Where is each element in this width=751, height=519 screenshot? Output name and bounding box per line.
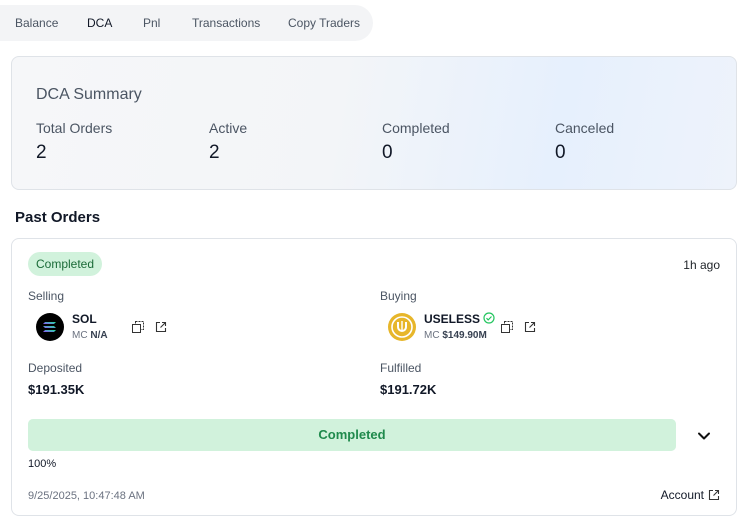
chevron-down-icon[interactable] — [697, 429, 711, 443]
external-link-icon[interactable] — [524, 321, 536, 333]
deposited-value: $191.35K — [28, 382, 85, 397]
useless-token-icon — [388, 313, 416, 341]
progress-percent: 100% — [28, 458, 57, 470]
selling-mc-label: MC — [72, 330, 88, 341]
selling-token-name: SOL — [72, 312, 97, 326]
buying-mc-label: MC — [424, 330, 440, 341]
external-link-icon — [708, 489, 720, 501]
progress-label: Completed — [318, 427, 386, 442]
selling-label: Selling — [28, 289, 65, 303]
stat-completed-value: 0 — [382, 142, 393, 163]
order-card: Completed 1h ago Selling SOL MC N/A Buyi… — [11, 238, 737, 516]
buying-token-label: USELESS — [424, 312, 481, 326]
tab-transactions[interactable]: Transactions — [192, 16, 260, 30]
stat-active-label: Active — [209, 120, 248, 136]
buying-token-name: USELESS — [424, 312, 495, 326]
fulfilled-value: $191.72K — [380, 382, 437, 397]
buying-label: Buying — [380, 289, 417, 303]
tab-copy-traders[interactable]: Copy Traders — [288, 16, 360, 30]
past-orders-title: Past Orders — [15, 209, 101, 226]
buying-market-cap: MC $149.90M — [424, 330, 487, 341]
stat-canceled-label: Canceled — [555, 120, 615, 136]
selling-market-cap: MC N/A — [72, 330, 108, 341]
fulfilled-label: Fulfilled — [380, 361, 422, 375]
progress-bar[interactable]: Completed — [28, 419, 676, 451]
stat-completed-label: Completed — [382, 120, 450, 136]
tab-balance[interactable]: Balance — [15, 16, 58, 30]
order-date: 9/25/2025, 10:47:48 AM — [28, 490, 145, 502]
verified-icon — [483, 312, 495, 324]
account-link[interactable]: Account — [661, 488, 720, 502]
deposited-label: Deposited — [28, 361, 83, 375]
selling-mc-value: N/A — [90, 330, 108, 341]
tab-bar: Balance DCA Pnl Transactions Copy Trader… — [0, 5, 373, 41]
stat-total-orders-label: Total Orders — [36, 120, 113, 136]
stat-total-orders-value: 2 — [36, 142, 47, 163]
time-ago: 1h ago — [683, 258, 720, 272]
copy-icon[interactable] — [132, 321, 144, 333]
account-link-label: Account — [660, 488, 704, 502]
copy-icon[interactable] — [501, 321, 513, 333]
tab-dca[interactable]: DCA — [87, 16, 112, 30]
dca-summary-card: DCA Summary Total Orders 2 Active 2 Comp… — [11, 56, 737, 190]
external-link-icon[interactable] — [155, 321, 167, 333]
summary-title: DCA Summary — [36, 86, 142, 103]
tab-pnl[interactable]: Pnl — [143, 16, 160, 30]
solana-icon — [36, 313, 64, 341]
stat-canceled-value: 0 — [555, 142, 566, 163]
status-badge: Completed — [28, 252, 103, 276]
stat-active-value: 2 — [209, 142, 220, 163]
buying-mc-value: $149.90M — [442, 330, 487, 341]
